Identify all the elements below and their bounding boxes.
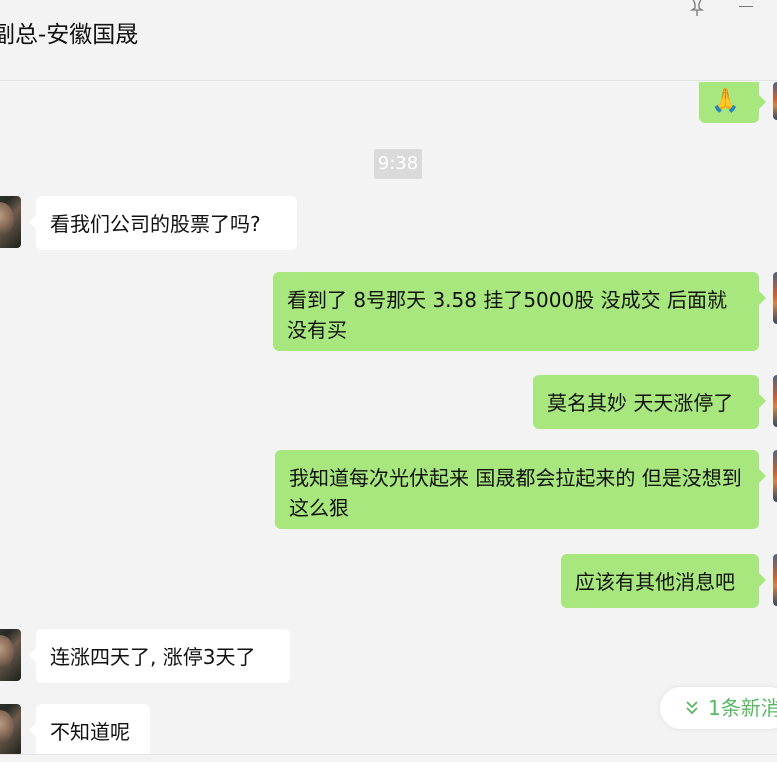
contact-avatar-self[interactable] xyxy=(773,450,777,502)
input-divider xyxy=(0,754,777,755)
contact-avatar-self[interactable] xyxy=(773,82,777,120)
message-bubble-emoji[interactable]: 🙏 xyxy=(699,82,766,123)
message-bubble[interactable]: 看我们公司的股票了吗? xyxy=(29,196,297,250)
double-chevron-down-icon xyxy=(686,701,698,715)
minimize-icon[interactable] xyxy=(736,0,758,18)
message-bubble[interactable]: 莫名其妙 天天涨停了 xyxy=(533,375,766,429)
message-timestamp: 9:38 xyxy=(374,149,422,179)
message-bubble[interactable]: 连涨四天了, 涨停3天了 xyxy=(29,629,290,683)
new-message-label: 1条新消息 xyxy=(708,696,777,720)
chat-title: 副总-安徽国晟 xyxy=(0,22,139,48)
contact-avatar-other[interactable] xyxy=(0,196,21,248)
message-bubble[interactable]: 不知道呢 xyxy=(29,704,150,754)
pin-icon[interactable] xyxy=(686,0,708,18)
contact-avatar-other[interactable] xyxy=(0,629,21,681)
message-bubble[interactable]: 应该有其他消息吧 xyxy=(561,554,766,608)
message-bubble[interactable]: 我知道每次光伏起来 国晟都会拉起来的 但是没想到这么狠 xyxy=(275,450,766,529)
contact-avatar-other[interactable] xyxy=(0,704,21,754)
contact-avatar-self[interactable] xyxy=(773,375,777,427)
chat-window: 副总-安徽国晟 🙏 9:38 看我们公司的股票了吗? 看到了 8号那天 3.58… xyxy=(0,0,777,762)
chat-header: 副总-安徽国晟 xyxy=(0,0,777,81)
message-bubble[interactable]: 看到了 8号那天 3.58 挂了5000股 没成交 后面就没有买 xyxy=(273,272,766,351)
message-list[interactable]: 🙏 9:38 看我们公司的股票了吗? 看到了 8号那天 3.58 挂了5000股… xyxy=(0,82,777,754)
new-message-indicator[interactable]: 1条新消息 xyxy=(660,687,777,729)
contact-avatar-self[interactable] xyxy=(773,554,777,606)
contact-avatar-self[interactable] xyxy=(773,272,777,324)
